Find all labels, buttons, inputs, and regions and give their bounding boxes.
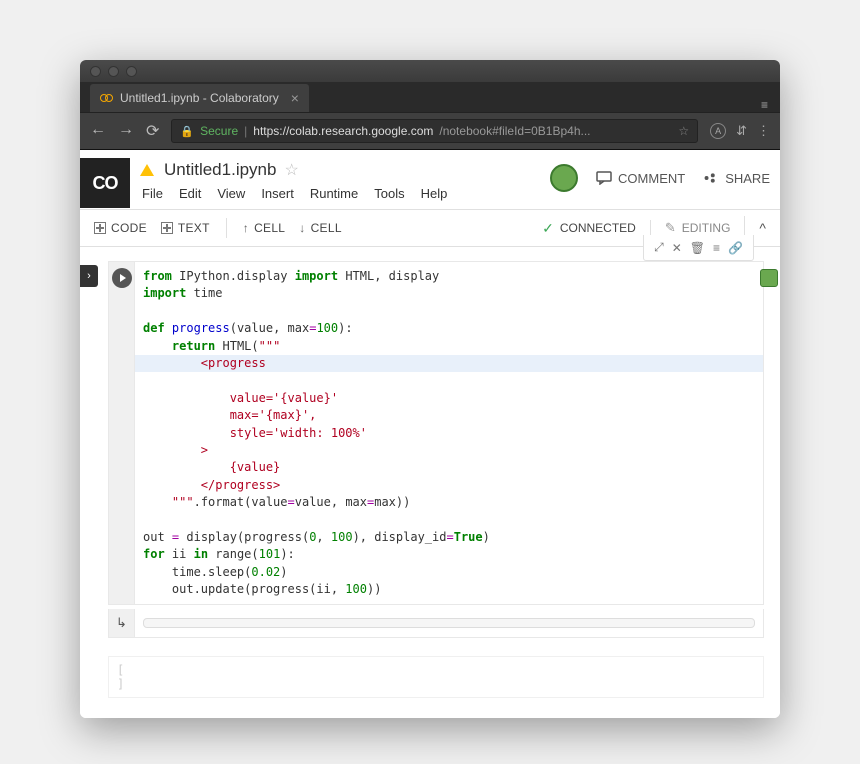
browser-nav-buttons: ← → ⟳: [90, 121, 159, 141]
bookmark-star-icon[interactable]: ☆: [678, 124, 689, 138]
code-editor[interactable]: from IPython.display import HTML, displa…: [135, 262, 763, 604]
secure-label: Secure: [200, 124, 238, 138]
back-button[interactable]: ←: [90, 121, 106, 141]
tab-title: Untitled1.ipynb - Colaboratory: [120, 91, 279, 105]
title-block: Untitled1.ipynb ☆ File Edit View Insert Runt…: [140, 158, 550, 209]
browser-tab[interactable]: Untitled1.ipynb - Colaboratory ×: [90, 84, 309, 112]
google-drive-icon: [140, 164, 154, 176]
cell-link-icon[interactable]: 🔗: [728, 241, 743, 255]
plus-icon: [94, 222, 106, 234]
run-cell-button[interactable]: [112, 268, 132, 288]
browser-address-bar: ← → ⟳ 🔒 Secure | https://colab.research.…: [80, 112, 780, 150]
star-document-icon[interactable]: ☆: [284, 160, 298, 180]
add-code-cell-button[interactable]: CODE: [94, 221, 147, 235]
colab-logo-icon[interactable]: CO: [80, 158, 130, 208]
menu-view[interactable]: View: [217, 186, 245, 201]
sidebar-collapsed: ›: [80, 247, 98, 718]
move-group: ↑ CELL ↓ CELL: [243, 221, 342, 235]
add-text-cell-button[interactable]: TEXT: [161, 221, 210, 235]
browser-window: Untitled1.ipynb - Colaboratory × ≡ ← → ⟳…: [80, 60, 780, 718]
editing-label: EDITING: [682, 221, 731, 235]
browser-extension-icons: A ⇵ ⋮: [710, 123, 770, 139]
tabstrip-menu-icon[interactable]: ≡: [761, 98, 774, 112]
code-cell: from IPython.display import HTML, displa…: [108, 261, 764, 605]
code-label: CODE: [111, 221, 147, 235]
url-field[interactable]: 🔒 Secure | https://colab.research.google…: [171, 119, 698, 143]
share-button[interactable]: SHARE: [703, 171, 770, 186]
checkmark-icon: ✓: [542, 220, 554, 237]
menu-insert[interactable]: Insert: [261, 186, 294, 201]
collaborator-avatar[interactable]: [760, 269, 778, 287]
menu-edit[interactable]: Edit: [179, 186, 201, 201]
pencil-icon: ✎: [665, 220, 676, 236]
move-cell-down-button[interactable]: ↓ CELL: [299, 221, 342, 235]
cell-expand-icon[interactable]: ⤢: [654, 240, 664, 255]
reload-button[interactable]: ⟳: [146, 121, 159, 141]
extension-a-icon[interactable]: A: [710, 123, 726, 139]
browser-tabstrip: Untitled1.ipynb - Colaboratory × ≡: [80, 82, 780, 112]
cell-toc-icon[interactable]: ≡: [713, 241, 720, 255]
window-titlebar: [80, 60, 780, 82]
cell-output: ↳: [108, 609, 764, 638]
comment-label: COMMENT: [618, 171, 685, 186]
menu-file[interactable]: File: [142, 186, 163, 201]
arrow-up-icon: ↑: [243, 221, 249, 235]
move-cell-up-button[interactable]: ↑ CELL: [243, 221, 286, 235]
cell-gutter: [109, 262, 135, 604]
forward-button[interactable]: →: [118, 121, 134, 141]
code-cell-wrapper: ⤢ ✕ 🗑 ≡ 🔗 from IPython.display import HT…: [108, 261, 764, 638]
progress-bar: [143, 618, 755, 628]
comment-icon: [596, 171, 612, 185]
expand-sidebar-button[interactable]: ›: [80, 265, 98, 287]
header-right: COMMENT SHARE: [550, 158, 770, 192]
menu-help[interactable]: Help: [421, 186, 448, 201]
mode-indicator[interactable]: ✎ EDITING: [650, 220, 745, 236]
url-path: /notebook#fileId=0B1Bp4h...: [439, 124, 590, 138]
extension-sync-icon[interactable]: ⇵: [736, 123, 747, 139]
lock-icon: 🔒: [180, 125, 194, 138]
document-title-row: Untitled1.ipynb ☆: [140, 158, 550, 180]
comment-button[interactable]: COMMENT: [596, 171, 685, 186]
menu-runtime[interactable]: Runtime: [310, 186, 358, 201]
share-label: SHARE: [725, 171, 770, 186]
window-close-button[interactable]: [90, 66, 101, 77]
colab-favicon-icon: [100, 93, 114, 103]
window-zoom-button[interactable]: [126, 66, 137, 77]
window-minimize-button[interactable]: [108, 66, 119, 77]
overflow-menu-icon[interactable]: ⋮: [757, 123, 770, 139]
url-separator: |: [244, 124, 247, 138]
cell-up-label: CELL: [254, 221, 285, 235]
menu-bar: File Edit View Insert Runtime Tools Help: [140, 180, 550, 209]
notebook-cells: ⤢ ✕ 🗑 ≡ 🔗 from IPython.display import HT…: [98, 247, 780, 718]
empty-cell-prompt: [ ]: [117, 663, 143, 691]
arrow-down-icon: ↓: [299, 221, 305, 235]
connection-status[interactable]: ✓ CONNECTED: [528, 220, 650, 237]
cell-down-label: CELL: [311, 221, 342, 235]
cell-delete-icon[interactable]: 🗑: [690, 241, 705, 255]
insert-group: CODE TEXT: [94, 221, 210, 235]
text-label: TEXT: [178, 221, 210, 235]
empty-code-cell[interactable]: [ ]: [108, 656, 764, 698]
share-icon: [703, 171, 719, 185]
user-avatar[interactable]: [550, 164, 578, 192]
separator: [226, 218, 227, 238]
colab-header: CO Untitled1.ipynb ☆ File Edit View Insert R…: [80, 150, 780, 210]
menu-tools[interactable]: Tools: [374, 186, 404, 201]
connected-label: CONNECTED: [560, 221, 636, 235]
plus-icon: [161, 222, 173, 234]
document-title[interactable]: Untitled1.ipynb: [164, 160, 276, 180]
cell-close-icon[interactable]: ✕: [672, 241, 682, 255]
url-host: https://colab.research.google.com: [253, 124, 433, 138]
output-body: [135, 609, 763, 637]
notebook-content: › ⤢ ✕ 🗑 ≡ 🔗 from IPython.display import …: [80, 247, 780, 718]
output-toggle-icon[interactable]: ↳: [109, 609, 135, 637]
cell-toolbar: ⤢ ✕ 🗑 ≡ 🔗: [643, 235, 754, 261]
tab-close-icon[interactable]: ×: [291, 90, 299, 106]
